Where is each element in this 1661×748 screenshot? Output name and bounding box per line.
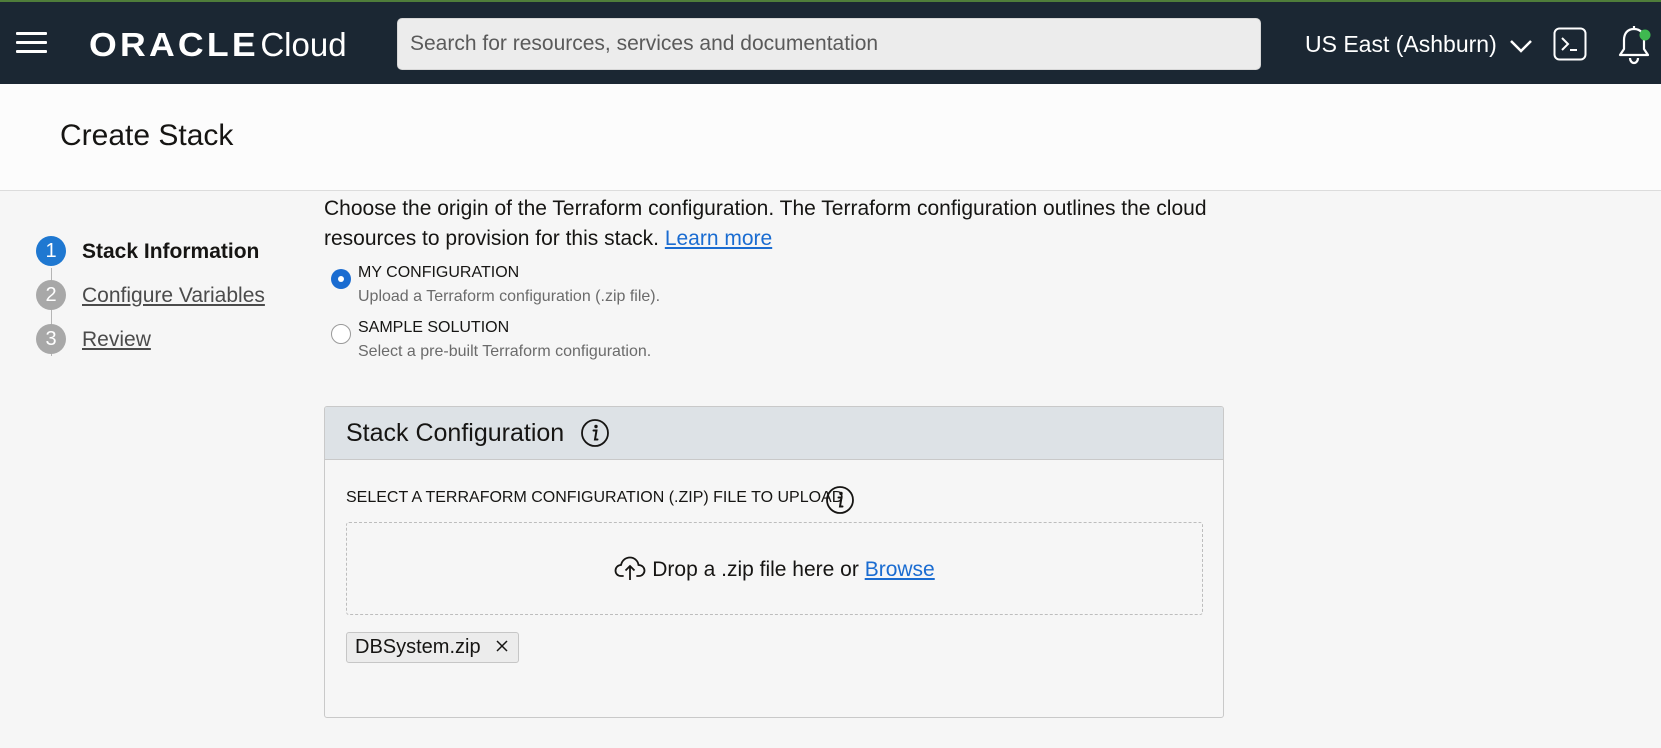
chevron-down-icon xyxy=(1510,40,1533,53)
upload-label: SELECT A TERRAFORM CONFIGURATION (.ZIP) … xyxy=(346,489,844,506)
step-number: 2 xyxy=(36,280,66,310)
region-selector[interactable]: US East (Ashburn) xyxy=(1305,28,1533,60)
hamburger-menu-icon[interactable] xyxy=(16,30,48,56)
browse-link[interactable]: Browse xyxy=(865,558,935,581)
step-label: Stack Information xyxy=(82,240,260,263)
close-icon[interactable] xyxy=(496,640,508,652)
learn-more-link[interactable]: Learn more xyxy=(665,227,772,250)
panel-title: Stack Configuration xyxy=(346,419,565,447)
logo-product: Cloud xyxy=(260,26,347,63)
step-label[interactable]: Configure Variables xyxy=(82,284,265,308)
search-input[interactable] xyxy=(397,18,1261,70)
page-title: Create Stack xyxy=(60,119,234,152)
cloud-upload-icon xyxy=(614,557,646,581)
dropzone-content: Drop a .zip file here or Browse xyxy=(347,523,1202,614)
origin-description: Choose the origin of the Terraform confi… xyxy=(324,194,1224,254)
bell-icon[interactable] xyxy=(1616,25,1652,65)
radio-my-configuration[interactable] xyxy=(331,269,351,289)
uploaded-file-chip: DBSystem.zip xyxy=(346,632,520,663)
radio-title: SAMPLE SOLUTION xyxy=(358,319,510,336)
notification-dot xyxy=(1639,29,1651,41)
uploaded-file-name: DBSystem.zip xyxy=(355,636,481,658)
panel-header: Stack Configuration xyxy=(325,407,1223,460)
file-dropzone[interactable]: Drop a .zip file here or Browse xyxy=(346,522,1203,615)
cloud-shell-icon[interactable] xyxy=(1553,27,1587,61)
info-icon[interactable] xyxy=(825,485,855,515)
drop-text: Drop a .zip file here or xyxy=(652,558,859,581)
info-icon[interactable] xyxy=(580,418,610,448)
oracle-cloud-logo[interactable]: ORACLECloud xyxy=(89,26,347,64)
page-header: Create Stack xyxy=(0,84,1661,191)
step-number: 3 xyxy=(36,324,66,354)
step-number: 1 xyxy=(36,236,66,266)
radio-sample-solution[interactable] xyxy=(331,324,351,344)
top-navigation-bar: ORACLECloud US East (Ashburn) xyxy=(0,0,1661,84)
region-label: US East (Ashburn) xyxy=(1305,31,1497,57)
radio-description: Upload a Terraform configuration (.zip f… xyxy=(358,288,661,305)
stack-configuration-panel: Stack Configuration SELECT A TERRAFORM C… xyxy=(324,406,1224,718)
radio-description: Select a pre-built Terraform configurati… xyxy=(358,343,652,360)
radio-title: MY CONFIGURATION xyxy=(358,264,520,281)
logo-brand: ORACLE xyxy=(89,26,259,63)
step-label[interactable]: Review xyxy=(82,328,151,352)
